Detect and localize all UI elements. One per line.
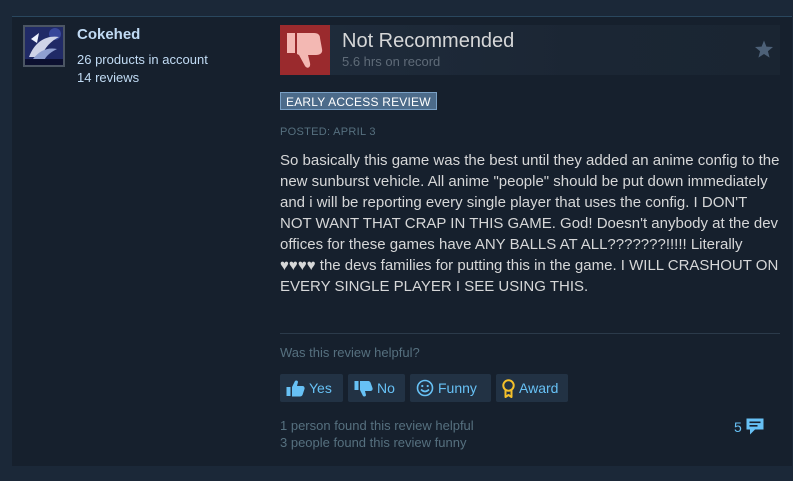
thumbs-down-icon (287, 33, 323, 68)
award-star-icon[interactable] (754, 40, 774, 64)
review-verdict-header[interactable]: Not Recommended 5.6 hrs on record (280, 25, 780, 75)
comments-link[interactable]: 5 (734, 417, 765, 436)
thumbs-up-icon (286, 379, 305, 396)
review-verdict: Not Recommended (342, 30, 515, 52)
helpful-count: 1 person found this review helpful (280, 418, 474, 433)
avatar-image (25, 27, 63, 65)
review-text: So basically this game was the best unti… (280, 152, 780, 295)
thumbs-down-badge (280, 25, 330, 75)
thumbs-down-icon (354, 380, 373, 397)
hours-on-record: 5.6 hrs on record (342, 54, 441, 69)
author-reviews-count[interactable]: 14 reviews (77, 70, 139, 85)
comment-count: 5 (734, 418, 742, 435)
review-card: Cokehed 26 products in account 14 review… (12, 16, 792, 466)
speech-bubble-icon (746, 418, 764, 435)
award-ribbon-icon (502, 378, 515, 398)
vote-no-button[interactable]: No (348, 374, 405, 402)
give-award-button[interactable]: Award (496, 374, 568, 402)
give-award-label: Award (519, 380, 559, 396)
author-avatar[interactable] (23, 25, 65, 67)
funny-count: 3 people found this review funny (280, 435, 467, 450)
vote-yes-button[interactable]: Yes (280, 374, 343, 402)
author-products-count[interactable]: 26 products in account (77, 52, 208, 67)
divider (280, 333, 780, 334)
vote-no-label: No (377, 380, 395, 396)
vote-funny-button[interactable]: Funny (410, 374, 491, 402)
posted-date: POSTED: APRIL 3 (280, 126, 376, 138)
smiley-icon (416, 379, 434, 397)
early-access-badge: EARLY ACCESS REVIEW (280, 92, 437, 110)
vote-yes-label: Yes (309, 380, 332, 396)
star-icon (755, 40, 773, 58)
vote-funny-label: Funny (438, 380, 477, 396)
author-name[interactable]: Cokehed (77, 26, 140, 43)
helpful-question: Was this review helpful? (280, 345, 420, 360)
page: Cokehed 26 products in account 14 review… (0, 0, 793, 481)
